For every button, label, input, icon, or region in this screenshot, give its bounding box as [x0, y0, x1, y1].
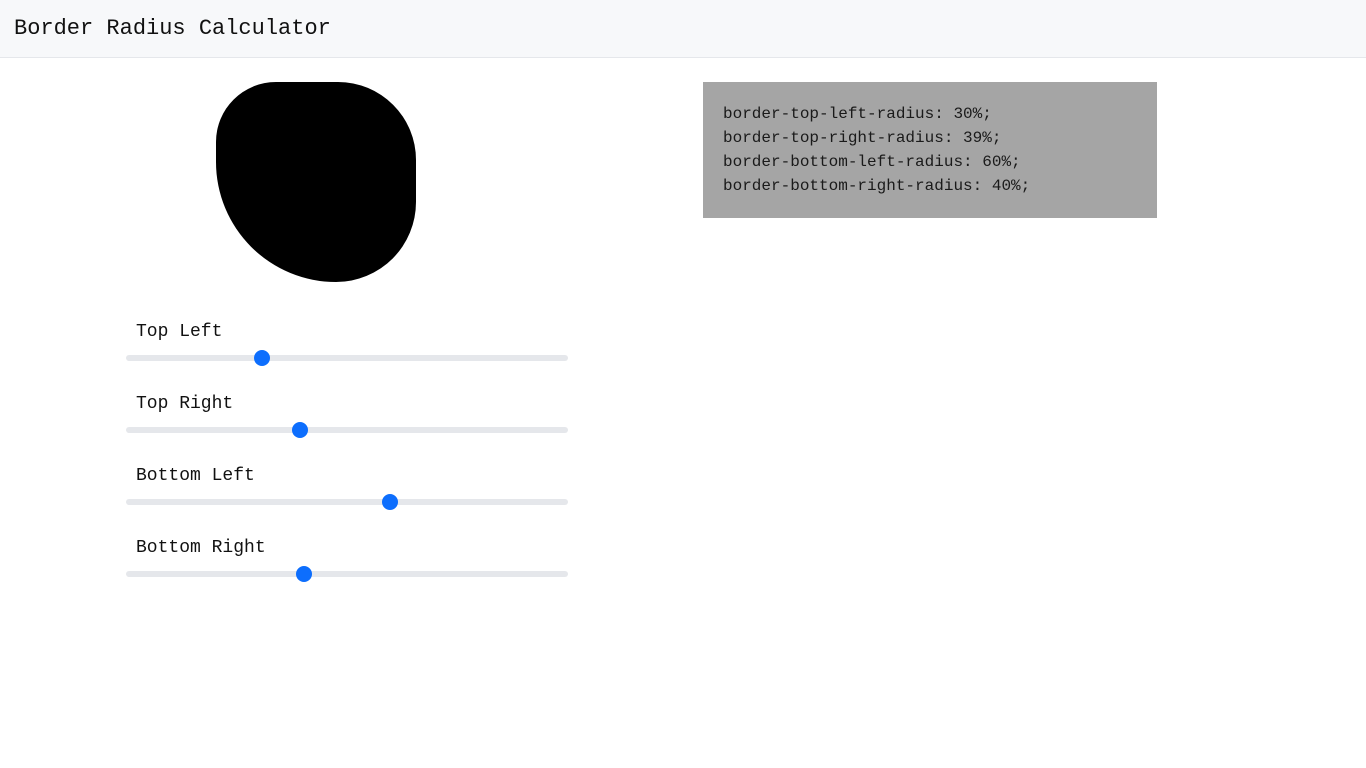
code-line-2: border-top-right-radius: 39%; [723, 126, 1137, 150]
main-content: Top Left Top Right Bottom Left Bottom Ri… [0, 58, 1366, 610]
slider-group-top-right: Top Right [126, 394, 568, 438]
preview-shape [216, 82, 416, 282]
css-code-output: border-top-left-radius: 30%; border-top-… [703, 82, 1157, 218]
slider-bottom-right[interactable] [126, 571, 568, 577]
code-line-4: border-bottom-right-radius: 40%; [723, 174, 1137, 198]
app-title: Border Radius Calculator [14, 16, 1352, 41]
slider-label-top-right: Top Right [126, 394, 568, 414]
slider-group-bottom-right: Bottom Right [126, 538, 568, 582]
slider-bottom-left[interactable] [126, 499, 568, 505]
slider-label-top-left: Top Left [126, 322, 568, 342]
slider-label-bottom-left: Bottom Left [126, 466, 568, 486]
app-header: Border Radius Calculator [0, 0, 1366, 58]
slider-top-right[interactable] [126, 427, 568, 433]
right-column: border-top-left-radius: 30%; border-top-… [703, 82, 1240, 610]
slider-group-top-left: Top Left [126, 322, 568, 366]
left-column: Top Left Top Right Bottom Left Bottom Ri… [126, 82, 663, 610]
slider-top-left[interactable] [126, 355, 568, 361]
slider-controls: Top Left Top Right Bottom Left Bottom Ri… [126, 322, 568, 582]
code-line-1: border-top-left-radius: 30%; [723, 102, 1137, 126]
preview-area [126, 82, 663, 322]
slider-group-bottom-left: Bottom Left [126, 466, 568, 510]
slider-label-bottom-right: Bottom Right [126, 538, 568, 558]
code-line-3: border-bottom-left-radius: 60%; [723, 150, 1137, 174]
